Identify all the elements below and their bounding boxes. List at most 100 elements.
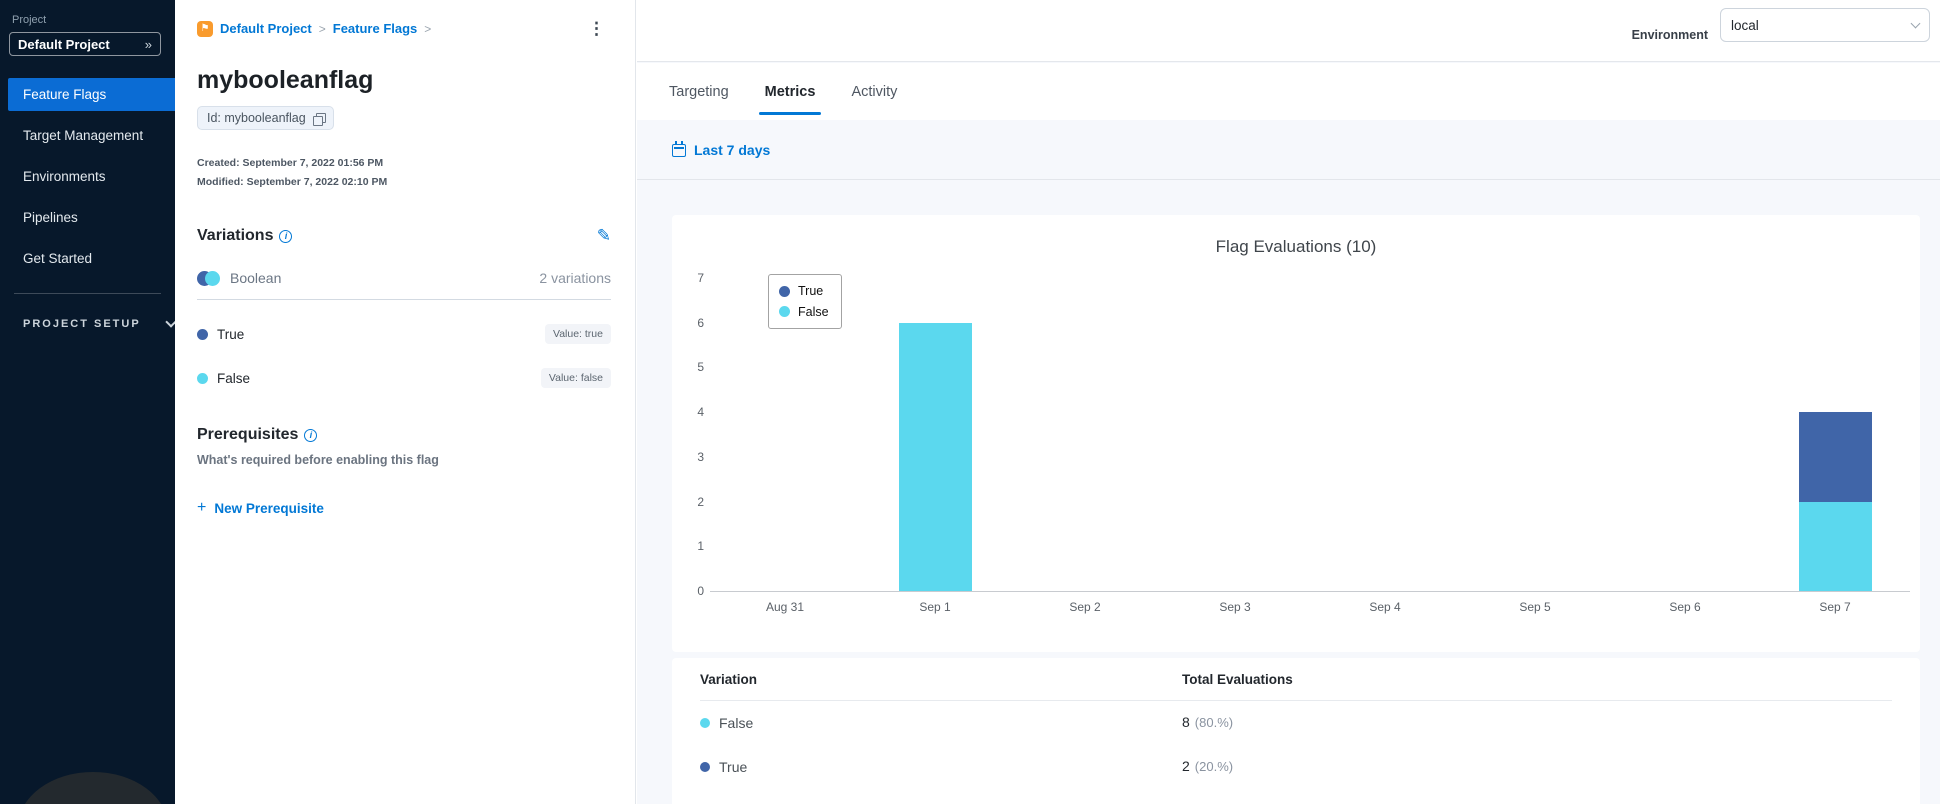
sidebar: Project Default Project » Feature Flags T… <box>0 0 175 804</box>
tab-targeting[interactable]: Targeting <box>669 63 729 120</box>
breadcrumb-link-feature-flags[interactable]: Feature Flags <box>333 21 418 36</box>
x-axis-label: Sep 6 <box>1669 600 1701 614</box>
sidebar-item-environments[interactable]: Environments <box>0 160 175 193</box>
breadcrumb-separator: > <box>318 21 326 36</box>
project-expand-icon[interactable]: » <box>145 37 152 52</box>
filter-band: Last 7 days <box>637 120 1940 180</box>
sidebar-item-get-started[interactable]: Get Started <box>0 242 175 275</box>
breadcrumb-separator: > <box>424 21 432 36</box>
variation-color-dot <box>700 718 710 728</box>
project-selector-value: Default Project <box>18 36 110 52</box>
edit-variations-icon[interactable]: ✎ <box>597 226 611 246</box>
table-percent-value: (20.%) <box>1194 759 1234 774</box>
variation-color-dot <box>197 328 208 340</box>
prerequisites-description: What's required before enabling this fla… <box>197 453 439 467</box>
x-axis-line <box>710 591 1910 592</box>
y-axis-tick: 1 <box>697 539 704 554</box>
environment-value: local <box>1731 17 1759 33</box>
sidebar-item-feature-flags[interactable]: Feature Flags <box>8 78 175 111</box>
flag-id-text: Id: mybooleanflag <box>207 111 306 125</box>
sidebar-item-target-management[interactable]: Target Management <box>0 119 175 152</box>
info-icon[interactable]: i <box>279 229 293 243</box>
y-axis-tick: 0 <box>697 584 704 598</box>
table-variation-name: False <box>719 715 754 731</box>
y-axis-tick: 3 <box>697 449 704 464</box>
y-axis-tick: 4 <box>697 405 704 420</box>
legend-dot <box>779 306 790 318</box>
boolean-type-icon <box>197 270 220 286</box>
legend-label: True <box>798 284 824 298</box>
legend-label: False <box>798 304 829 319</box>
variation-value-chip: Value: true <box>544 324 611 344</box>
calendar-icon <box>672 141 686 157</box>
y-axis-tick: 5 <box>697 360 704 375</box>
legend-item-true[interactable]: True <box>779 281 829 302</box>
variation-name: True <box>217 326 245 342</box>
sidebar-divider <box>14 293 161 294</box>
help-bubble[interactable] <box>18 772 168 804</box>
table-variation-name: True <box>719 759 748 775</box>
legend-dot <box>779 285 790 297</box>
plus-icon: + <box>197 499 207 516</box>
bar-sep-7-false[interactable] <box>1798 501 1872 591</box>
breadcrumb-link-project[interactable]: Default Project <box>220 21 312 36</box>
flag-evaluations-chart: Flag Evaluations (10) True False 0 1 2 3 4 5 6 7… <box>672 215 1920 652</box>
app-root: Project Default Project » Feature Flags T… <box>0 0 1940 804</box>
kebab-menu-icon[interactable]: ⋮ <box>582 18 611 39</box>
x-axis-label: Sep 3 <box>1219 600 1251 614</box>
tab-metrics[interactable]: Metrics <box>758 63 822 120</box>
project-flag-icon: ⚑ <box>197 20 213 37</box>
breadcrumb: ⚑ Default Project > Feature Flags > ⋮ <box>197 18 611 39</box>
x-axis-label: Aug 31 <box>765 600 805 614</box>
sidebar-nav: Feature Flags Target Management Environmen… <box>0 78 175 275</box>
info-icon[interactable]: i <box>304 428 318 442</box>
modified-timestamp: Modified: September 7, 2022 02:10 PM <box>197 176 388 188</box>
sidebar-item-pipelines[interactable]: Pipelines <box>0 201 175 234</box>
variation-color-dot <box>197 372 208 384</box>
sidebar-item-project-setup[interactable]: PROJECT SETUP <box>23 316 175 330</box>
chart-title: Flag Evaluations (10) <box>1215 237 1377 256</box>
column-header-total-evaluations: Total Evaluations <box>1182 671 1293 687</box>
tab-bar: Targeting Metrics Activity <box>637 63 1940 120</box>
variation-type-row: Boolean 2 variations <box>197 270 611 300</box>
main-content: Environment local Targeting Metrics Activi… <box>637 0 1940 804</box>
new-prerequisite-button[interactable]: + New Prerequisite <box>197 499 611 517</box>
chevron-down-icon <box>1910 18 1921 29</box>
variation-row-true: True Value: true <box>197 324 611 344</box>
chart-legend: True False <box>768 274 842 330</box>
table-header: Variation Total Evaluations <box>700 658 1892 701</box>
x-axis-label: Sep 2 <box>1069 600 1101 614</box>
tab-activity[interactable]: Activity <box>851 63 897 120</box>
column-header-variation: Variation <box>700 671 758 687</box>
y-axis-tick: 2 <box>697 494 704 509</box>
x-axis-label: Sep 4 <box>1369 600 1401 614</box>
x-axis-label: Sep 1 <box>919 600 951 614</box>
date-range-label: Last 7 days <box>694 141 771 158</box>
table-total-value: 2 <box>1182 758 1190 774</box>
new-prerequisite-label: New Prerequisite <box>214 500 324 516</box>
project-label: Project <box>12 14 47 26</box>
bar-sep-7-true[interactable] <box>1798 412 1872 502</box>
environment-select[interactable]: local <box>1720 8 1930 42</box>
variation-name: False <box>217 370 251 386</box>
chevron-down-icon <box>165 316 175 328</box>
project-selector[interactable]: Default Project » <box>9 32 161 56</box>
variations-heading: Variations <box>197 227 274 244</box>
bar-sep-1-false[interactable] <box>898 322 972 591</box>
date-range-button[interactable]: Last 7 days <box>672 141 771 158</box>
table-body: False 8 (80.%) True 2 (20.%) <box>700 701 1892 789</box>
project-setup-label: PROJECT SETUP <box>23 318 141 330</box>
copy-icon[interactable] <box>312 112 326 126</box>
variation-count: 2 variations <box>539 270 611 286</box>
y-axis-tick: 6 <box>697 315 704 330</box>
flag-id-chip[interactable]: Id: mybooleanflag <box>197 106 334 130</box>
variation-color-dot <box>700 762 710 772</box>
y-axis-tick: 7 <box>697 271 704 285</box>
legend-item-false[interactable]: False <box>779 302 829 323</box>
variation-row-false: False Value: false <box>197 368 611 388</box>
table-row-true: True 2 (20.%) <box>700 745 1892 789</box>
environment-label: Environment <box>1631 28 1708 42</box>
table-percent-value: (80.%) <box>1194 715 1234 730</box>
flag-detail-panel: ⚑ Default Project > Feature Flags > ⋮ my… <box>175 0 636 804</box>
evaluations-table: Variation Total Evaluations False 8 (80.%)… <box>672 658 1920 804</box>
